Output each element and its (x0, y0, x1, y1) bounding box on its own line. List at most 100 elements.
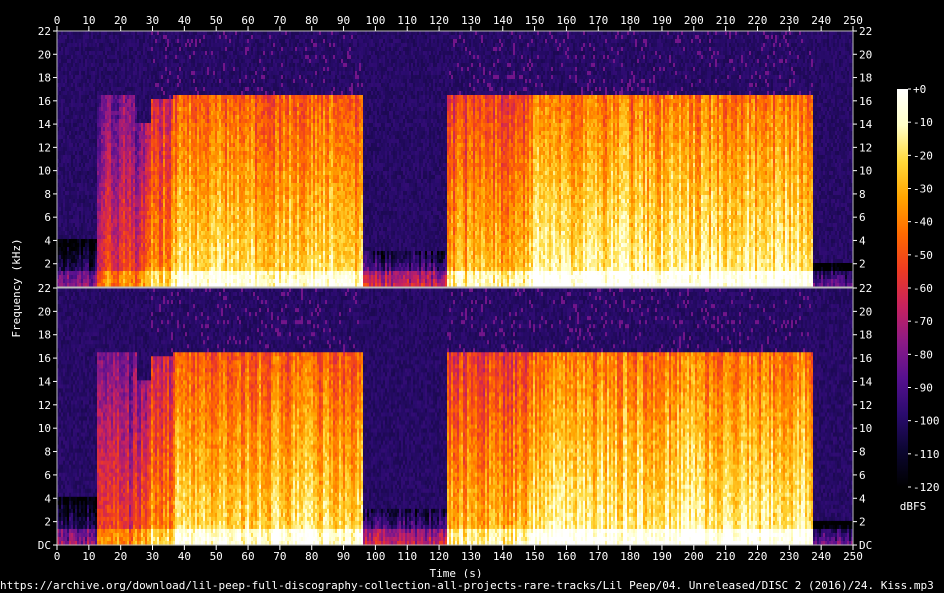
y-tick-label-left: DC (38, 539, 51, 552)
spectrogram-column (279, 31, 281, 288)
spectrogram-chart: 0 10 20 30 40 50 60 70 80 90 100 110 120 130 140 150 160… (0, 0, 944, 578)
spectrogram-column (251, 31, 253, 288)
spectrogram-column (699, 31, 701, 288)
spectrogram-column (189, 288, 191, 546)
spectrogram-column (239, 31, 241, 288)
spectrogram-column (745, 288, 747, 546)
file-path-caption: https://archive.org/download/lil-peep-fu… (0, 578, 944, 593)
spectrogram-column (477, 31, 479, 288)
spectrogram-column (565, 31, 567, 288)
spectrogram-panel-1 (57, 31, 853, 288)
y-tick-label-left: 16 (38, 95, 51, 108)
spectrogram-column (511, 288, 513, 546)
spectrogram-column (819, 31, 821, 288)
spectrogram-column (459, 31, 461, 288)
spectrogram-column (497, 288, 499, 546)
spectrogram-column (529, 288, 531, 546)
spectrogram-column (649, 31, 651, 288)
y-tick-label-left: 4 (44, 492, 51, 505)
spectrogram-column (231, 288, 233, 546)
spectrogram-column (101, 31, 103, 288)
spectrogram-column (673, 31, 675, 288)
spectrogram-column (661, 288, 663, 546)
spectrogram-column (239, 288, 241, 546)
spectrogram-column (471, 31, 473, 288)
spectrogram-column (175, 288, 177, 546)
spectrogram-column (747, 288, 749, 546)
spectrogram-column (441, 31, 443, 288)
spectrogram-column (577, 288, 579, 546)
spectrogram-column (265, 31, 267, 288)
spectrogram-column (645, 31, 647, 288)
spectrogram-column (145, 288, 147, 546)
spectrogram-column (819, 288, 821, 546)
spectrogram-column (443, 288, 445, 546)
x-tick-label-bottom: 0 (54, 550, 61, 563)
spectrogram-column (115, 31, 117, 288)
spectrogram-column (773, 31, 775, 288)
spectrogram-column (103, 31, 105, 288)
x-tick-label-bottom: 30 (146, 550, 159, 563)
spectrogram-column (757, 31, 759, 288)
spectrogram-column (535, 31, 537, 288)
spectrogram-column (183, 288, 185, 546)
spectrogram-column (389, 31, 391, 288)
spectrogram-column (237, 31, 239, 288)
x-tick-label-top: 240 (811, 14, 831, 27)
spectrogram-column (599, 288, 601, 546)
spectrogram-column (137, 31, 139, 288)
spectrogram-column (317, 288, 319, 546)
spectrogram-column (817, 31, 819, 288)
spectrogram-column (563, 31, 565, 288)
spectrogram-column (381, 288, 383, 546)
spectrogram-column (79, 288, 81, 546)
spectrogram-column (171, 31, 173, 288)
spectrogram-column (831, 288, 833, 546)
spectrogram-column (173, 31, 175, 288)
spectrogram-column (807, 31, 809, 288)
spectrogram-column (749, 31, 751, 288)
spectrogram-column (167, 288, 169, 546)
y-tick-label-right: 4 (859, 234, 866, 247)
spectrogram-column (787, 288, 789, 546)
spectrogram-column (337, 288, 339, 546)
spectrogram-column (163, 31, 165, 288)
spectrogram-column (837, 31, 839, 288)
spectrogram-column (449, 31, 451, 288)
spectrogram-column (431, 288, 433, 546)
spectrogram-column (559, 31, 561, 288)
spectrogram-column (329, 31, 331, 288)
spectrogram-column (147, 31, 149, 288)
spectrogram-column (775, 288, 777, 546)
spectrogram-column (257, 288, 259, 546)
spectrogram-column (525, 31, 527, 288)
spectrogram-column (785, 31, 787, 288)
spectrogram-column (655, 288, 657, 546)
spectrogram-column (245, 288, 247, 546)
spectrogram-column (77, 31, 79, 288)
spectrogram-column (677, 31, 679, 288)
spectrogram-column (543, 31, 545, 288)
spectrogram-column (685, 288, 687, 546)
spectrogram-column (455, 288, 457, 546)
x-tick-label-bottom: 160 (557, 550, 577, 563)
spectrogram-column (169, 288, 171, 546)
spectrogram-column (191, 31, 193, 288)
spectrogram-column (463, 288, 465, 546)
spectrogram-column (557, 288, 559, 546)
spectrogram-column (413, 31, 415, 288)
spectrogram-column (715, 31, 717, 288)
spectrogram-column (573, 31, 575, 288)
spectrogram-column (349, 31, 351, 288)
spectrogram-column (159, 288, 161, 546)
spectrogram-column (385, 31, 387, 288)
spectrogram-column (281, 288, 283, 546)
spectrogram-column (213, 31, 215, 288)
spectrogram-column (649, 288, 651, 546)
spectrogram-column (523, 31, 525, 288)
spectrogram-column (397, 288, 399, 546)
spectrogram-column (645, 288, 647, 546)
spectrogram-column (663, 31, 665, 288)
x-tick-label-top: 90 (337, 14, 350, 27)
x-tick-label-bottom: 50 (210, 550, 223, 563)
